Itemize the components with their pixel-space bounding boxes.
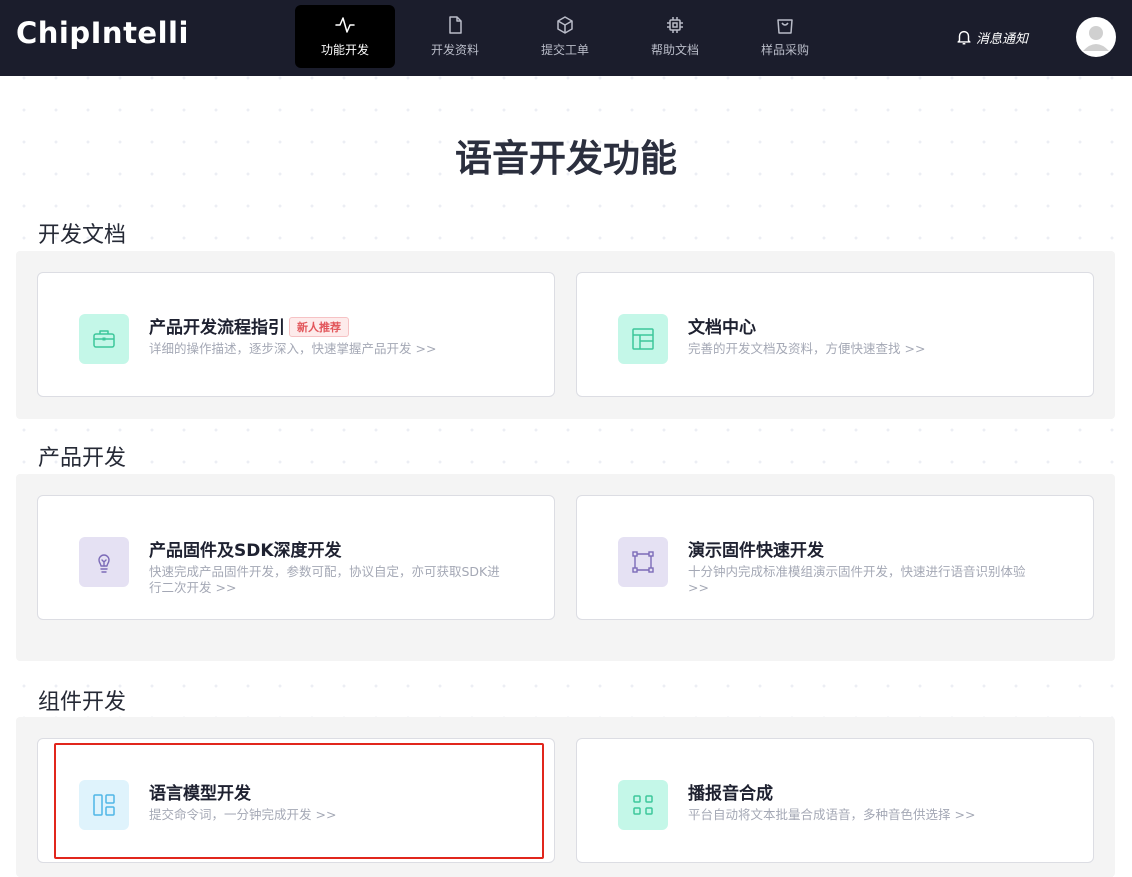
card-description: 完善的开发文档及资料，方便快速查找 >> xyxy=(688,341,926,356)
nav-item-help-docs[interactable]: 帮助文档 xyxy=(625,5,725,68)
card-title: 语言模型开发 xyxy=(149,784,251,804)
card-description: 平台自动将文本批量合成语音，多种音色供选择 >> xyxy=(688,807,976,822)
nav-item-feature-dev[interactable]: 功能开发 xyxy=(295,5,395,68)
card-title: 播报音合成 xyxy=(688,784,773,804)
user-icon xyxy=(1083,26,1109,51)
icon-container xyxy=(618,314,668,364)
document-icon xyxy=(449,16,462,34)
logo[interactable]: ChipIntelli xyxy=(16,16,189,50)
icon-container xyxy=(79,314,129,364)
card-title: 产品开发流程指引 新人推荐 xyxy=(149,313,349,338)
notification-button[interactable]: 消息通知 xyxy=(955,27,1028,47)
nav-item-submit-ticket[interactable]: 提交工单 xyxy=(515,5,615,68)
section-title-product-dev: 产品开发 xyxy=(38,446,127,471)
card-tts-synthesis[interactable]: 播报音合成 平台自动将文本批量合成语音，多种音色供选择 >> xyxy=(576,738,1094,863)
card-description: 详细的操作描述，逐步深入，快速掌握产品开发 >> xyxy=(149,341,437,356)
icon-container xyxy=(79,537,129,587)
card-description: 提交命令词，一分钟完成开发 >> xyxy=(149,807,337,822)
columns-icon xyxy=(93,794,115,816)
card-document-center[interactable]: 文档中心 完善的开发文档及资料，方便快速查找 >> xyxy=(576,272,1094,397)
shopping-bag-icon xyxy=(777,19,793,34)
grid-icon xyxy=(633,795,653,815)
section-title-dev-docs: 开发文档 xyxy=(38,223,127,248)
lightbulb-icon xyxy=(98,554,110,573)
chip-icon xyxy=(667,17,683,33)
notification-label: 消息通知 xyxy=(976,31,1029,47)
nav-label: 提交工单 xyxy=(540,43,589,57)
card-title: 演示固件快速开发 xyxy=(688,541,824,561)
card-language-model-dev[interactable]: 语言模型开发 提交命令词，一分钟完成开发 >> xyxy=(37,738,555,863)
card-description: 快速完成产品固件开发，参数可配，协议自定，亦可获取SDK进行二次开发 >> xyxy=(149,564,500,595)
cube-icon xyxy=(557,16,573,34)
layout-icon xyxy=(632,328,654,350)
nav-label: 帮助文档 xyxy=(650,43,699,57)
nav-item-dev-materials[interactable]: 开发资料 xyxy=(405,5,505,68)
card-demo-firmware-dev[interactable]: 演示固件快速开发 十分钟内完成标准模组演示固件开发，快速进行语音识别体验 >> xyxy=(576,495,1094,620)
page-title: 语音开发功能 xyxy=(455,137,677,180)
nav-item-sample-purchase[interactable]: 样品采购 xyxy=(735,5,835,68)
card-firmware-sdk-dev[interactable]: 产品固件及SDK深度开发 快速完成产品固件开发，参数可配，协议自定，亦可获取SD… xyxy=(37,495,555,620)
card-description: 十分钟内完成标准模组演示固件开发，快速进行语音识别体验 >> xyxy=(688,564,1026,595)
card-title: 产品固件及SDK深度开发 xyxy=(149,541,342,561)
avatar[interactable] xyxy=(1076,17,1116,57)
card-title-text: 产品开发流程指引 xyxy=(149,318,285,338)
section-title-component-dev: 组件开发 xyxy=(38,690,127,715)
card-product-dev-guide[interactable]: 产品开发流程指引 新人推荐 详细的操作描述，逐步深入，快速掌握产品开发 >> xyxy=(37,272,555,397)
nav-label: 功能开发 xyxy=(320,43,369,57)
frame-icon xyxy=(632,551,654,573)
card-title: 文档中心 xyxy=(688,318,756,338)
new-user-badge: 新人推荐 xyxy=(289,317,349,337)
top-navigation-bar: ChipIntelli 功能开发 开发资料 提交工单 帮助文档 样品采购 消息通… xyxy=(0,0,1132,76)
pulse-icon xyxy=(335,17,355,33)
icon-container xyxy=(618,780,668,830)
briefcase-icon xyxy=(93,330,115,348)
bell-icon xyxy=(957,30,971,45)
nav-label: 样品采购 xyxy=(760,43,809,57)
icon-container xyxy=(79,780,129,830)
nav-label: 开发资料 xyxy=(430,43,479,57)
icon-container xyxy=(618,537,668,587)
